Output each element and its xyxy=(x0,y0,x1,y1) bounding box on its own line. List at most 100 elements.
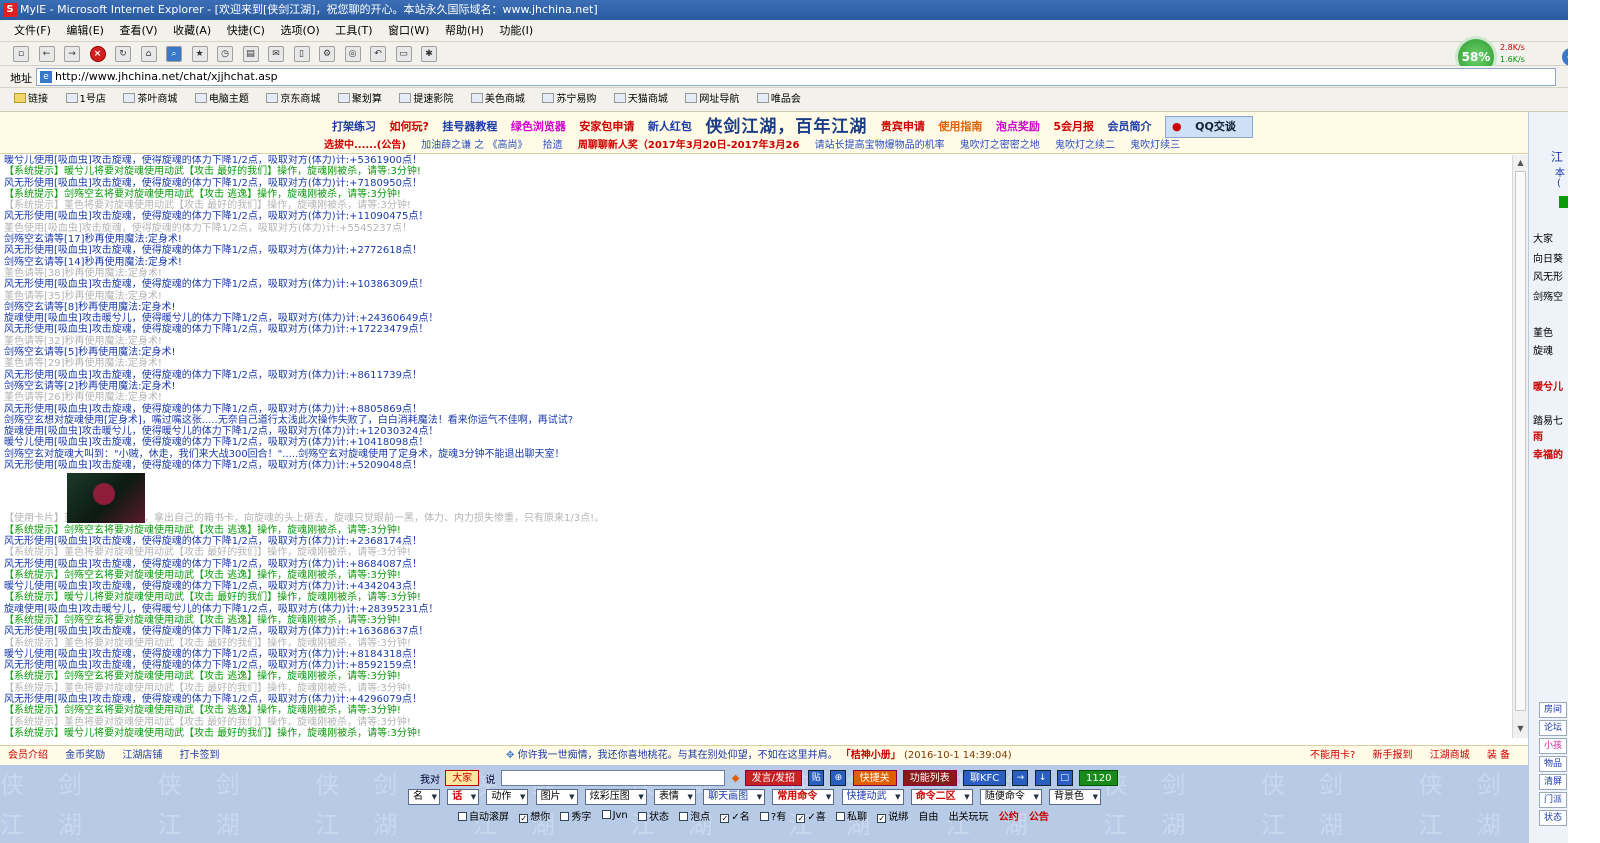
link-mall[interactable]: 江湖商城 xyxy=(1430,750,1470,761)
check-option[interactable]: ✓ ✓喜 xyxy=(796,808,826,823)
link-monthly[interactable]: 5会月报 xyxy=(1053,117,1094,137)
link-newbie-gift[interactable]: 新人红包 xyxy=(648,117,692,137)
target-select[interactable]: 大家 xyxy=(445,770,480,786)
chat-scrollbar[interactable]: ▲ ▼ xyxy=(1512,155,1528,738)
auto-scroll-checkbox[interactable]: 自动滚屏 xyxy=(458,808,509,823)
link-newbie[interactable]: 新手报到 xyxy=(1373,750,1413,761)
random-cmd-select[interactable]: 随便命令 xyxy=(979,789,1042,805)
clean-icon[interactable]: ✱ xyxy=(421,46,437,62)
speech-select[interactable]: 话 xyxy=(447,789,480,805)
kfc-button[interactable]: 聊KFC xyxy=(962,770,1007,786)
fav-item[interactable]: 苏宁易购 xyxy=(542,88,596,112)
scroll-up-icon[interactable]: ▲ xyxy=(1515,157,1526,168)
action-select[interactable]: 动作 xyxy=(486,789,529,805)
menu-help[interactable]: 帮助(H) xyxy=(445,20,484,42)
link-tutorial[interactable]: 挂号器教程 xyxy=(442,117,497,137)
menu-file[interactable]: 文件(F) xyxy=(14,20,51,42)
image-select[interactable]: 图片 xyxy=(535,789,578,805)
link-howto[interactable]: 如何玩? xyxy=(390,117,429,137)
check-option[interactable]: 自由 xyxy=(918,808,938,823)
sect-button[interactable]: 门派 xyxy=(1539,792,1567,808)
menu-window[interactable]: 窗口(W) xyxy=(388,20,429,42)
link-gold-reward[interactable]: 金币奖励 xyxy=(65,750,105,761)
undo-icon[interactable]: ↶ xyxy=(370,46,386,62)
tools-icon[interactable]: ⚙ xyxy=(319,46,335,62)
scroll-down-icon[interactable]: ▼ xyxy=(1515,723,1526,734)
fav-links[interactable]: 链接 xyxy=(14,88,48,112)
feature-list-button[interactable]: 功能列表 xyxy=(902,770,957,786)
check-option[interactable]: 出关玩玩 xyxy=(949,808,989,823)
home-icon[interactable]: ⌂ xyxy=(140,46,157,62)
favorites-icon[interactable]: ★ xyxy=(191,46,208,62)
fav-item[interactable]: 1号店 xyxy=(65,88,106,112)
menu-edit[interactable]: 编辑(E) xyxy=(66,20,104,42)
print-icon[interactable]: ▤ xyxy=(242,46,259,62)
news-item[interactable]: 拾遗 xyxy=(543,140,563,151)
status-button[interactable]: 状态 xyxy=(1539,810,1567,826)
link-members[interactable]: 会员简介 xyxy=(1108,117,1152,137)
check-option[interactable]: ✓ 说绑 xyxy=(877,808,908,823)
fav-item[interactable]: 提速影院 xyxy=(399,88,453,112)
check-option[interactable]: Jvn xyxy=(601,810,628,821)
fav-item[interactable]: 京东商城 xyxy=(266,88,320,112)
room-button[interactable]: 房间 xyxy=(1539,702,1567,718)
fav-item[interactable]: 茶叶商城 xyxy=(123,88,177,112)
link-practice[interactable]: 打架练习 xyxy=(332,117,376,137)
refresh-icon[interactable]: ↻ xyxy=(115,46,131,62)
menu-options[interactable]: 选项(O) xyxy=(280,20,319,42)
check-option[interactable]: 公约 xyxy=(999,808,1019,823)
fav-item[interactable]: 唯品会 xyxy=(756,88,801,112)
back-icon[interactable]: ← xyxy=(38,46,55,62)
link-reward[interactable]: 泡点奖励 xyxy=(996,117,1040,137)
user-item[interactable]: 旋魂 xyxy=(1533,342,1553,357)
forum-button[interactable]: 论坛 xyxy=(1539,720,1567,736)
check-option[interactable]: ?有 xyxy=(759,808,786,823)
scroll-right-icon[interactable]: → xyxy=(1012,770,1029,786)
news-item[interactable]: 请站长提高宝物爆物品的机率 xyxy=(815,140,945,151)
items-button[interactable]: 物品 xyxy=(1539,756,1567,772)
page-icon[interactable]: ▯ xyxy=(293,46,310,62)
check-option[interactable]: 私聊 xyxy=(836,808,867,823)
menu-function[interactable]: 功能(I) xyxy=(499,20,533,42)
cmd-zone2-select[interactable]: 命令二区 xyxy=(910,789,973,805)
history-icon[interactable]: ◷ xyxy=(217,46,233,62)
quick-attack-select[interactable]: 快捷动武 xyxy=(841,789,904,805)
scroll-down-button-icon[interactable]: ↓ xyxy=(1034,770,1051,786)
forward-icon[interactable]: → xyxy=(64,46,80,62)
fav-item[interactable]: 美色商城 xyxy=(470,88,525,112)
fav-item[interactable]: 聚划算 xyxy=(337,88,382,112)
fav-item[interactable]: 天猫商城 xyxy=(613,88,668,112)
mail-icon[interactable]: ✉ xyxy=(268,46,284,62)
color-image-select[interactable]: 炫彩压图 xyxy=(584,789,647,805)
link-checkin[interactable]: 打卡签到 xyxy=(180,750,220,761)
news-item[interactable]: 加油薛之谦 之 《高尚》 xyxy=(421,140,527,151)
news-item[interactable]: 鬼吹灯续三 xyxy=(1130,140,1180,151)
user-item[interactable]: 堇色 xyxy=(1533,324,1553,339)
check-option[interactable]: 公告 xyxy=(1029,808,1049,823)
add-button[interactable]: ⊕ xyxy=(830,770,847,786)
proxy-icon[interactable]: ◎ xyxy=(344,46,361,62)
menu-favorites[interactable]: 收藏(A) xyxy=(173,20,211,42)
marquee-user[interactable]: 「桔神小册」 xyxy=(841,750,901,761)
check-option[interactable]: 秀字 xyxy=(560,808,591,823)
search-icon[interactable]: ⌕ xyxy=(166,46,182,62)
quick-close-button[interactable]: 快捷关 xyxy=(852,770,897,786)
qq-chat-button[interactable]: ● QQ交谈 xyxy=(1165,116,1253,138)
emote-select[interactable]: 表情 xyxy=(653,789,696,805)
fav-item[interactable]: 电脑主题 xyxy=(194,88,249,112)
message-input[interactable] xyxy=(500,770,725,786)
news-item[interactable]: 选拔中......(公告) xyxy=(324,140,406,151)
name-select[interactable]: 名 xyxy=(408,789,440,805)
news-item[interactable]: 鬼吹灯之续二 xyxy=(1055,140,1115,151)
link-equip[interactable]: 装 备 xyxy=(1487,750,1510,761)
clear-button[interactable]: 清屏 xyxy=(1539,774,1567,790)
check-option[interactable]: 泡点 xyxy=(679,808,710,823)
link-vip[interactable]: 贵宾申请 xyxy=(881,117,925,137)
check-option[interactable]: ✓ ✓名 xyxy=(720,808,750,823)
address-input[interactable]: e http://www.jhchina.net/chat/xjjhchat.a… xyxy=(36,68,1556,86)
menu-view[interactable]: 查看(V) xyxy=(119,20,157,42)
link-no-card[interactable]: 不能用卡? xyxy=(1310,750,1355,761)
scroll-thumb[interactable] xyxy=(1515,171,1526,711)
user-item[interactable]: 暖兮儿 xyxy=(1533,378,1563,393)
send-button[interactable]: 发言/发招 xyxy=(744,770,803,786)
